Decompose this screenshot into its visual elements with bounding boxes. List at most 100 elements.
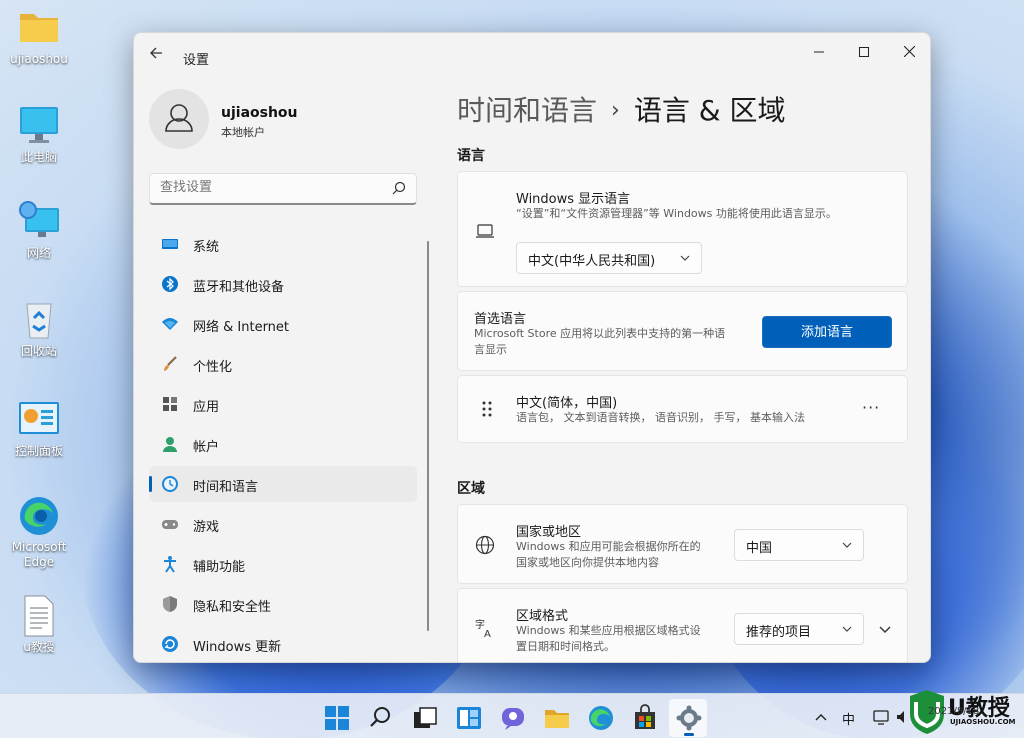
more-options-button[interactable]: ··· xyxy=(862,398,880,417)
language-entry-description: 语言包， 文本到语音转换， 语音识别， 手写， 基本输入法 xyxy=(516,411,805,424)
user-icon xyxy=(165,104,193,132)
laptop-icon xyxy=(476,224,494,238)
store-icon[interactable] xyxy=(631,704,659,732)
breadcrumb-parent[interactable]: 时间和语言 xyxy=(457,94,597,127)
regional-format-description-line1: Windows 和某些应用根据区域格式设 xyxy=(516,624,701,637)
language-entry-title: 中文(简体，中国) xyxy=(516,396,618,411)
nav-label: Windows 更新 xyxy=(193,640,282,655)
country-region-card: 国家或地区 Windows 和应用可能会根据你所在的 国家或地区向你提供本地内容… xyxy=(457,504,908,584)
maximize-button[interactable] xyxy=(841,39,887,67)
nav-item-accessibility[interactable]: 辅助功能 xyxy=(149,546,417,582)
desktop-icon-text-file[interactable]: u教授 xyxy=(4,594,74,655)
watermark-subtext: UJIAOSHOU.COM xyxy=(950,718,1016,726)
ime-indicator[interactable]: 中 xyxy=(842,709,855,728)
recycle-bin-icon xyxy=(17,298,61,342)
nav-item-personalization[interactable]: 个性化 xyxy=(149,346,417,382)
drag-handle-icon[interactable] xyxy=(476,399,498,421)
control-panel-icon xyxy=(17,398,61,442)
desktop-icon-label: ujiaoshou xyxy=(10,52,68,66)
file-explorer-icon[interactable] xyxy=(543,704,571,732)
desktop-icon-label: Microsoft Edge xyxy=(11,540,67,569)
display-language-card: Windows 显示语言 “设置”和“文件资源管理器”等 Windows 功能将… xyxy=(457,171,908,287)
nav-label: 辅助功能 xyxy=(193,560,246,575)
network-icon xyxy=(17,200,61,244)
chevron-down-icon xyxy=(842,542,852,548)
widgets-icon[interactable] xyxy=(455,704,483,732)
taskbar-settings-icon[interactable] xyxy=(675,704,703,732)
shield-icon xyxy=(163,596,177,612)
nav-item-system[interactable]: 系统 xyxy=(149,226,417,262)
maximize-icon xyxy=(859,47,869,57)
dropdown-value: 中文(中华人民共和国) xyxy=(528,254,656,269)
nav-label: 系统 xyxy=(193,240,220,255)
close-button[interactable] xyxy=(886,39,930,67)
nav-label: 时间和语言 xyxy=(193,480,259,495)
update-icon xyxy=(162,636,178,652)
apps-icon xyxy=(163,397,177,411)
chevron-down-icon xyxy=(680,255,690,261)
desktop-icon-this-pc[interactable]: 此电脑 xyxy=(4,104,74,165)
desktop-icon-control-panel[interactable]: 控制面板 xyxy=(4,398,74,459)
nav-item-accounts[interactable]: 帐户 xyxy=(149,426,417,462)
add-language-button[interactable]: 添加语言 xyxy=(762,316,892,348)
account-type: 本地帐户 xyxy=(221,126,265,139)
user-name: ujiaoshou xyxy=(221,105,298,121)
tray-network-icon[interactable] xyxy=(873,709,891,725)
dropdown-value: 推荐的项目 xyxy=(746,625,812,640)
country-region-dropdown[interactable]: 中国 xyxy=(734,529,864,561)
desktop-icon-network[interactable]: 网络 xyxy=(4,200,74,261)
desktop-icon-label: 网络 xyxy=(26,246,51,260)
regional-format-dropdown[interactable]: 推荐的项目 xyxy=(734,613,864,645)
nav-scrollbar[interactable] xyxy=(427,241,429,631)
back-button[interactable] xyxy=(146,45,166,65)
display-language-dropdown[interactable]: 中文(中华人民共和国) xyxy=(516,242,702,274)
desktop-icon-recycle-bin[interactable]: 回收站 xyxy=(4,298,74,359)
country-region-description-line1: Windows 和应用可能会根据你所在的 xyxy=(516,540,701,553)
breadcrumb-separator: › xyxy=(611,98,620,123)
nav-item-windows-update[interactable]: Windows 更新 xyxy=(149,626,417,662)
chevron-down-icon xyxy=(842,626,852,632)
desktop-icon-label: u教授 xyxy=(23,640,55,654)
taskbar-edge-icon[interactable] xyxy=(587,704,615,732)
dropdown-value: 中国 xyxy=(746,541,773,556)
desktop-icon-label: 此电脑 xyxy=(20,150,57,164)
nav-item-bluetooth[interactable]: 蓝牙和其他设备 xyxy=(149,266,417,302)
bluetooth-icon xyxy=(162,276,178,292)
nav-item-time-language[interactable]: 时间和语言 xyxy=(149,466,417,502)
nav-label: 蓝牙和其他设备 xyxy=(193,280,285,295)
minimize-icon xyxy=(814,51,824,53)
search-input[interactable] xyxy=(160,180,380,195)
taskbar-search-icon[interactable] xyxy=(367,704,395,732)
active-indicator xyxy=(149,476,152,492)
avatar[interactable] xyxy=(149,89,209,149)
task-view-icon[interactable] xyxy=(411,704,439,732)
nav-item-apps[interactable]: 应用 xyxy=(149,386,417,422)
desktop-icon-folder[interactable]: ujiaoshou xyxy=(4,6,74,67)
language-entry-card[interactable]: 中文(简体，中国) 语言包， 文本到语音转换， 语音识别， 手写， 基本输入法 … xyxy=(457,375,908,443)
start-icon[interactable] xyxy=(323,704,351,732)
chat-icon[interactable] xyxy=(499,704,527,732)
tray-chevron-up-icon[interactable] xyxy=(814,710,828,724)
desktop-icon-label: 回收站 xyxy=(20,344,57,358)
preferred-language-title: 首选语言 xyxy=(474,312,527,327)
display-language-title: Windows 显示语言 xyxy=(516,192,631,207)
title-bar: 设置 xyxy=(134,33,930,73)
app-title: 设置 xyxy=(183,53,210,68)
brush-icon xyxy=(164,356,177,371)
minimize-button[interactable] xyxy=(796,39,842,67)
nav-item-gaming[interactable]: 游戏 xyxy=(149,506,417,542)
expand-chevron-icon[interactable] xyxy=(878,622,892,636)
nav-item-network[interactable]: 网络 & Internet xyxy=(149,306,417,342)
nav-item-privacy[interactable]: 隐私和安全性 xyxy=(149,586,417,622)
search-box[interactable] xyxy=(149,173,417,205)
preferred-language-card: 首选语言 Microsoft Store 应用将以此列表中支持的第一种语 言显示… xyxy=(457,291,908,371)
search-icon[interactable] xyxy=(392,181,406,195)
nav-label: 隐私和安全性 xyxy=(193,600,272,615)
taskbar-clock[interactable]: 2021/8/18 xyxy=(928,706,979,717)
page-title: 语言 & 区域 xyxy=(633,94,786,127)
wifi-icon xyxy=(162,318,178,330)
section-title-language: 语言 xyxy=(457,148,485,164)
desktop-icon-edge[interactable]: Microsoft Edge xyxy=(4,494,74,570)
preferred-language-description-line2: 言显示 xyxy=(474,343,507,356)
preferred-language-description-line1: Microsoft Store 应用将以此列表中支持的第一种语 xyxy=(474,327,726,340)
